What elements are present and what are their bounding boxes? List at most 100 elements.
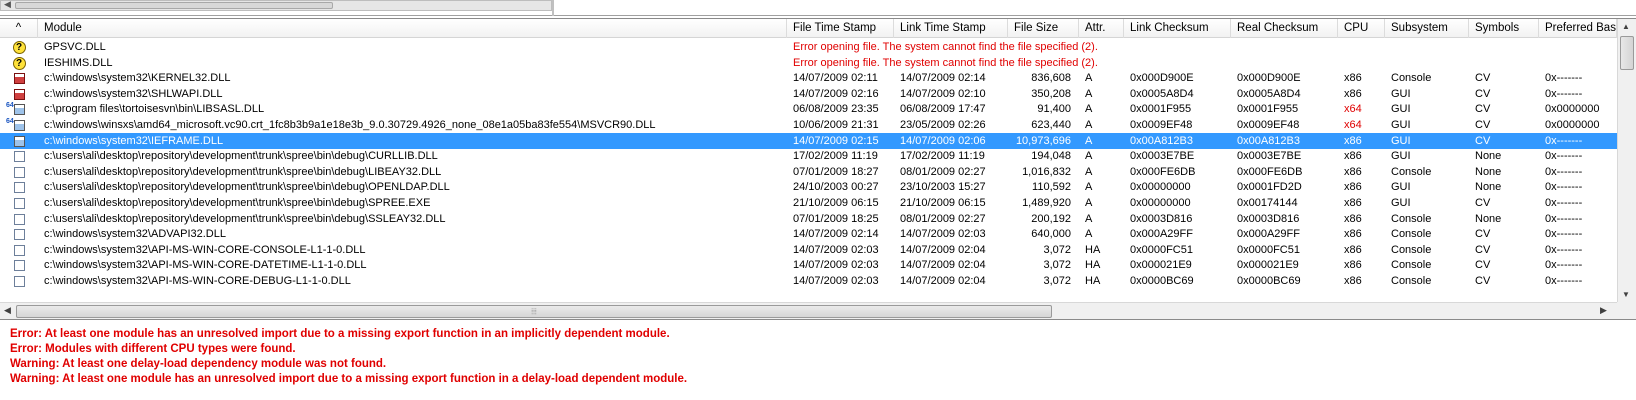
cell-cpu: x86 — [1344, 275, 1362, 287]
cell-cpu: x64 — [1344, 119, 1362, 131]
cell-file-size: 350,208 — [1031, 88, 1071, 100]
cell-preferred-base: 0x------- — [1545, 135, 1583, 147]
table-row[interactable]: 64 c:\program files\tortoisesvn\bin\LIBSA… — [0, 101, 1617, 117]
cell-module: c:\users\ali\desktop\repository\developm… — [44, 213, 446, 225]
pane-splitter[interactable] — [552, 0, 554, 16]
column-header-subsystem[interactable]: Subsystem — [1385, 19, 1469, 38]
table-row[interactable]: c:\windows\system32\API-MS-WIN-CORE-DEBU… — [0, 273, 1617, 289]
cell-link-time-stamp: 21/10/2009 06:15 — [900, 197, 986, 209]
table-row[interactable]: ? IESHIMS.DLL Error opening file. The syst… — [0, 55, 1617, 71]
column-header-symbols[interactable]: Symbols — [1469, 19, 1539, 38]
cell-attr: A — [1085, 228, 1093, 240]
cell-file-time-stamp: 17/02/2009 11:19 — [793, 150, 878, 162]
scroll-right-arrow-icon[interactable]: ▶ — [1600, 305, 1607, 316]
cell-module: c:\users\ali\desktop\repository\developm… — [44, 181, 450, 193]
cell-link-time-stamp: 14/07/2009 02:06 — [900, 135, 986, 147]
horizontal-scrollbar[interactable]: ◀ ⦙⦙⦙ ▶ — [0, 302, 1617, 319]
scrollbar-corner — [1617, 302, 1636, 319]
cell-link-time-stamp: 14/07/2009 02:10 — [900, 88, 986, 100]
table-row[interactable]: c:\windows\system32\API-MS-WIN-CORE-DATE… — [0, 257, 1617, 273]
cell-link-checksum: 0x0003E7BE — [1130, 150, 1195, 162]
cell-file-size: 3,072 — [1043, 275, 1071, 287]
table-row[interactable]: c:\users\ali\desktop\repository\developm… — [0, 211, 1617, 227]
cell-file-size: 110,592 — [1032, 181, 1071, 193]
cell-subsystem: GUI — [1391, 197, 1411, 209]
column-header-file-time-stamp[interactable]: File Time Stamp — [787, 19, 894, 38]
cell-attr: A — [1085, 88, 1093, 100]
column-header-attr[interactable]: Attr. — [1079, 19, 1124, 38]
module-list-header: ^ Module File Time Stamp Link Time Stamp… — [0, 19, 1617, 38]
table-row[interactable]: c:\users\ali\desktop\repository\developm… — [0, 195, 1617, 211]
module-icon — [12, 274, 26, 288]
cell-subsystem: GUI — [1391, 103, 1411, 115]
cell-attr: A — [1085, 166, 1093, 178]
table-row[interactable]: c:\windows\system32\IEFRAME.DLL 14/07/200… — [0, 133, 1617, 149]
cell-subsystem: Console — [1391, 259, 1432, 271]
cell-subsystem: Console — [1391, 166, 1432, 178]
table-row[interactable]: ? GPSVC.DLL Error opening file. The system… — [0, 39, 1617, 55]
module-icon — [12, 212, 26, 226]
cell-preferred-base: 0x------- — [1545, 181, 1583, 193]
scroll-down-arrow-icon[interactable]: ▼ — [1622, 290, 1630, 299]
vertical-scrollbar[interactable]: ▲ ▼ — [1617, 19, 1636, 302]
cell-subsystem: GUI — [1391, 181, 1411, 193]
cell-symbols: CV — [1475, 228, 1491, 240]
scroll-up-arrow-icon[interactable]: ▲ — [1622, 22, 1630, 31]
cell-symbols: CV — [1475, 119, 1491, 131]
cell-file-time-stamp: 14/07/2009 02:03 — [793, 259, 879, 271]
cell-attr: A — [1085, 197, 1093, 209]
cell-module: c:\windows\system32\IEFRAME.DLL — [44, 135, 224, 147]
table-row[interactable]: c:\users\ali\desktop\repository\developm… — [0, 179, 1617, 195]
cell-preferred-base: 0x0000000 — [1545, 103, 1600, 115]
column-header-link-time-stamp[interactable]: Link Time Stamp — [894, 19, 1008, 38]
table-row[interactable]: 64 c:\windows\winsxs\amd64_microsoft.vc90… — [0, 117, 1617, 133]
vertical-scroll-thumb[interactable] — [1620, 36, 1634, 70]
log-message: Error: At least one module has an unreso… — [10, 328, 670, 340]
column-header-preferred-base[interactable]: Preferred Base — [1539, 19, 1617, 38]
cell-link-checksum: 0x00000000 — [1130, 181, 1191, 193]
log-pane: Error: At least one module has an unreso… — [0, 324, 1636, 400]
table-row[interactable]: c:\windows\system32\ADVAPI32.DLL 14/07/20… — [0, 226, 1617, 242]
cell-file-time-stamp: 07/01/2009 18:27 — [793, 166, 879, 178]
cell-cpu: x86 — [1344, 166, 1362, 178]
column-header-module[interactable]: Module — [38, 19, 787, 38]
table-row[interactable]: c:\users\ali\desktop\repository\developm… — [0, 164, 1617, 180]
module-icon — [12, 180, 26, 194]
cell-file-size: 200,192 — [1031, 213, 1071, 225]
cell-subsystem: GUI — [1391, 88, 1411, 100]
cell-preferred-base: 0x------- — [1545, 228, 1583, 240]
cell-symbols: CV — [1475, 197, 1491, 209]
column-header-cpu[interactable]: CPU — [1338, 19, 1385, 38]
table-row[interactable]: c:\windows\system32\SHLWAPI.DLL 14/07/200… — [0, 86, 1617, 102]
scroll-left-arrow-icon[interactable]: ◀ — [4, 0, 11, 10]
cell-real-checksum: 0x0009EF48 — [1237, 119, 1300, 131]
cell-preferred-base: 0x------- — [1545, 150, 1583, 162]
cell-link-checksum: 0x000A29FF — [1130, 228, 1193, 240]
cell-file-size: 623,440 — [1031, 119, 1071, 131]
column-header-file-size[interactable]: File Size — [1008, 19, 1079, 38]
column-header-link-checksum[interactable]: Link Checksum — [1124, 19, 1231, 38]
cell-preferred-base: 0x------- — [1545, 166, 1583, 178]
cell-attr: HA — [1085, 259, 1101, 271]
column-header-real-checksum[interactable]: Real Checksum — [1231, 19, 1338, 38]
cell-link-checksum: 0x0009EF48 — [1130, 119, 1193, 131]
table-row[interactable]: c:\users\ali\desktop\repository\developm… — [0, 148, 1617, 164]
cell-real-checksum: 0x0003E7BE — [1237, 150, 1302, 162]
cell-preferred-base: 0x0000000 — [1545, 119, 1600, 131]
cell-preferred-base: 0x------- — [1545, 213, 1583, 225]
sort-column-header[interactable]: ^ — [0, 19, 38, 38]
upper-horizontal-scrollbar[interactable]: ◀ — [0, 0, 552, 11]
cell-file-time-stamp: 24/10/2003 00:27 — [793, 181, 879, 193]
cell-file-time-stamp: 14/07/2009 02:15 — [793, 135, 879, 147]
table-row[interactable]: c:\windows\system32\KERNEL32.DLL 14/07/20… — [0, 70, 1617, 86]
cell-file-time-stamp: 14/07/2009 02:14 — [793, 228, 879, 240]
log-message: Warning: At least one module has an unre… — [10, 373, 688, 385]
horizontal-scroll-thumb[interactable]: ⦙⦙⦙ — [16, 305, 1052, 318]
cell-cpu: x86 — [1344, 72, 1362, 84]
cell-link-checksum: 0x0000BC69 — [1130, 275, 1194, 287]
upper-scroll-thumb[interactable] — [15, 2, 333, 9]
cell-file-time-stamp: 07/01/2009 18:25 — [793, 213, 879, 225]
table-row[interactable]: c:\windows\system32\API-MS-WIN-CORE-CONS… — [0, 242, 1617, 258]
cell-link-checksum: 0x00000000 — [1130, 197, 1191, 209]
scroll-left-arrow-icon[interactable]: ◀ — [4, 305, 11, 316]
